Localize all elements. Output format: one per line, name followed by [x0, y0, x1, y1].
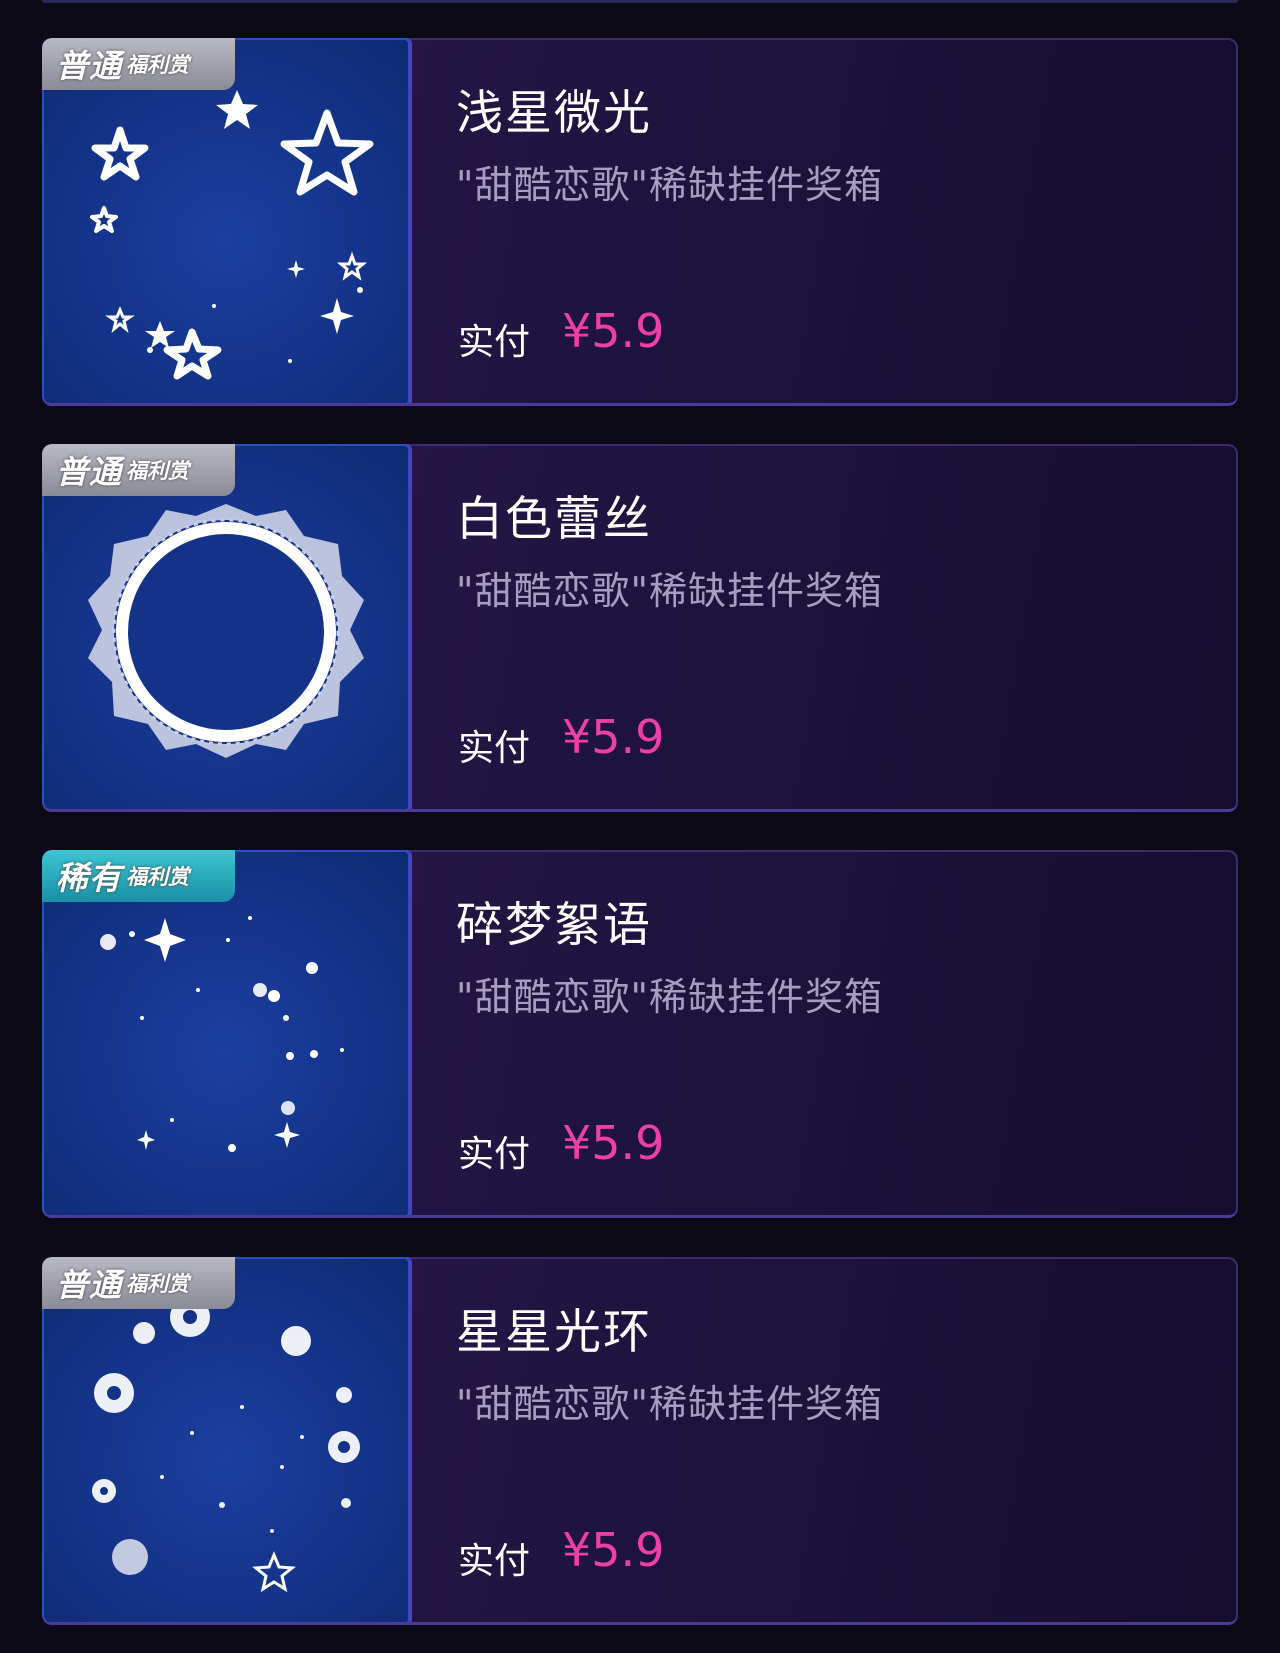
- badge-main-label: 普通: [56, 47, 123, 85]
- item-subtitle: "甜酷恋歌"稀缺挂件奖箱: [456, 1382, 883, 1426]
- badge-normal: 普通 福利赏: [42, 38, 235, 90]
- item-subtitle: "甜酷恋歌"稀缺挂件奖箱: [456, 163, 883, 207]
- item-title: 星星光环: [456, 1305, 652, 1360]
- price: ¥5.9: [562, 304, 665, 358]
- badge-sub-label: 福利赏: [126, 459, 190, 483]
- star-halo-icon: [92, 1297, 360, 1593]
- badge-sub-label: 福利赏: [126, 865, 190, 889]
- pay-label: 实付: [458, 728, 531, 769]
- reward-thumbnail: 稀有 福利赏: [42, 850, 410, 1218]
- pay-label: 实付: [458, 1541, 531, 1582]
- reward-thumbnail: 普通 福利赏: [42, 444, 410, 812]
- price: ¥5.9: [562, 710, 665, 764]
- price: ¥5.9: [562, 1523, 665, 1577]
- badge-main-label: 普通: [56, 1266, 123, 1304]
- badge-sub-label: 福利赏: [126, 1272, 190, 1296]
- sparkles-icon: [100, 916, 344, 1152]
- price: ¥5.9: [562, 1116, 665, 1170]
- item-subtitle: "甜酷恋歌"稀缺挂件奖箱: [456, 975, 883, 1019]
- pay-label: 实付: [458, 322, 531, 363]
- lace-ring-icon: [88, 504, 364, 758]
- badge-normal: 普通 福利赏: [42, 444, 235, 496]
- stars-icon: [90, 90, 374, 380]
- item-title: 浅星微光: [456, 86, 652, 141]
- badge-rare: 稀有 福利赏: [42, 850, 235, 902]
- reward-thumbnail: 普通 福利赏: [42, 38, 410, 406]
- reward-card[interactable]: 普通 福利赏 白色蕾丝 "甜酷恋歌"稀缺挂件奖箱 实付 ¥5.9: [42, 444, 1238, 812]
- badge-main-label: 稀有: [56, 859, 123, 897]
- badge-main-label: 普通: [56, 453, 123, 491]
- badge-normal: 普通 福利赏: [42, 1257, 235, 1309]
- item-title: 碎梦絮语: [456, 898, 652, 953]
- reward-thumbnail: 普通 福利赏: [42, 1257, 410, 1625]
- reward-card[interactable]: 稀有 福利赏 碎梦絮语 "甜酷恋歌"稀缺挂件奖箱 实付 ¥5.9: [42, 850, 1238, 1218]
- item-title: 白色蕾丝: [456, 492, 652, 547]
- item-subtitle: "甜酷恋歌"稀缺挂件奖箱: [456, 569, 883, 613]
- badge-sub-label: 福利赏: [126, 53, 190, 77]
- previous-card-edge: [42, 0, 1238, 3]
- reward-card[interactable]: 普通 福利赏 浅星微光 "甜酷恋歌"稀缺挂件奖箱 实付 ¥5.9: [42, 38, 1238, 406]
- reward-card[interactable]: 普通 福利赏 星星光环 "甜酷恋歌"稀缺挂件奖箱 实付 ¥5.9: [42, 1257, 1238, 1625]
- pay-label: 实付: [458, 1134, 531, 1175]
